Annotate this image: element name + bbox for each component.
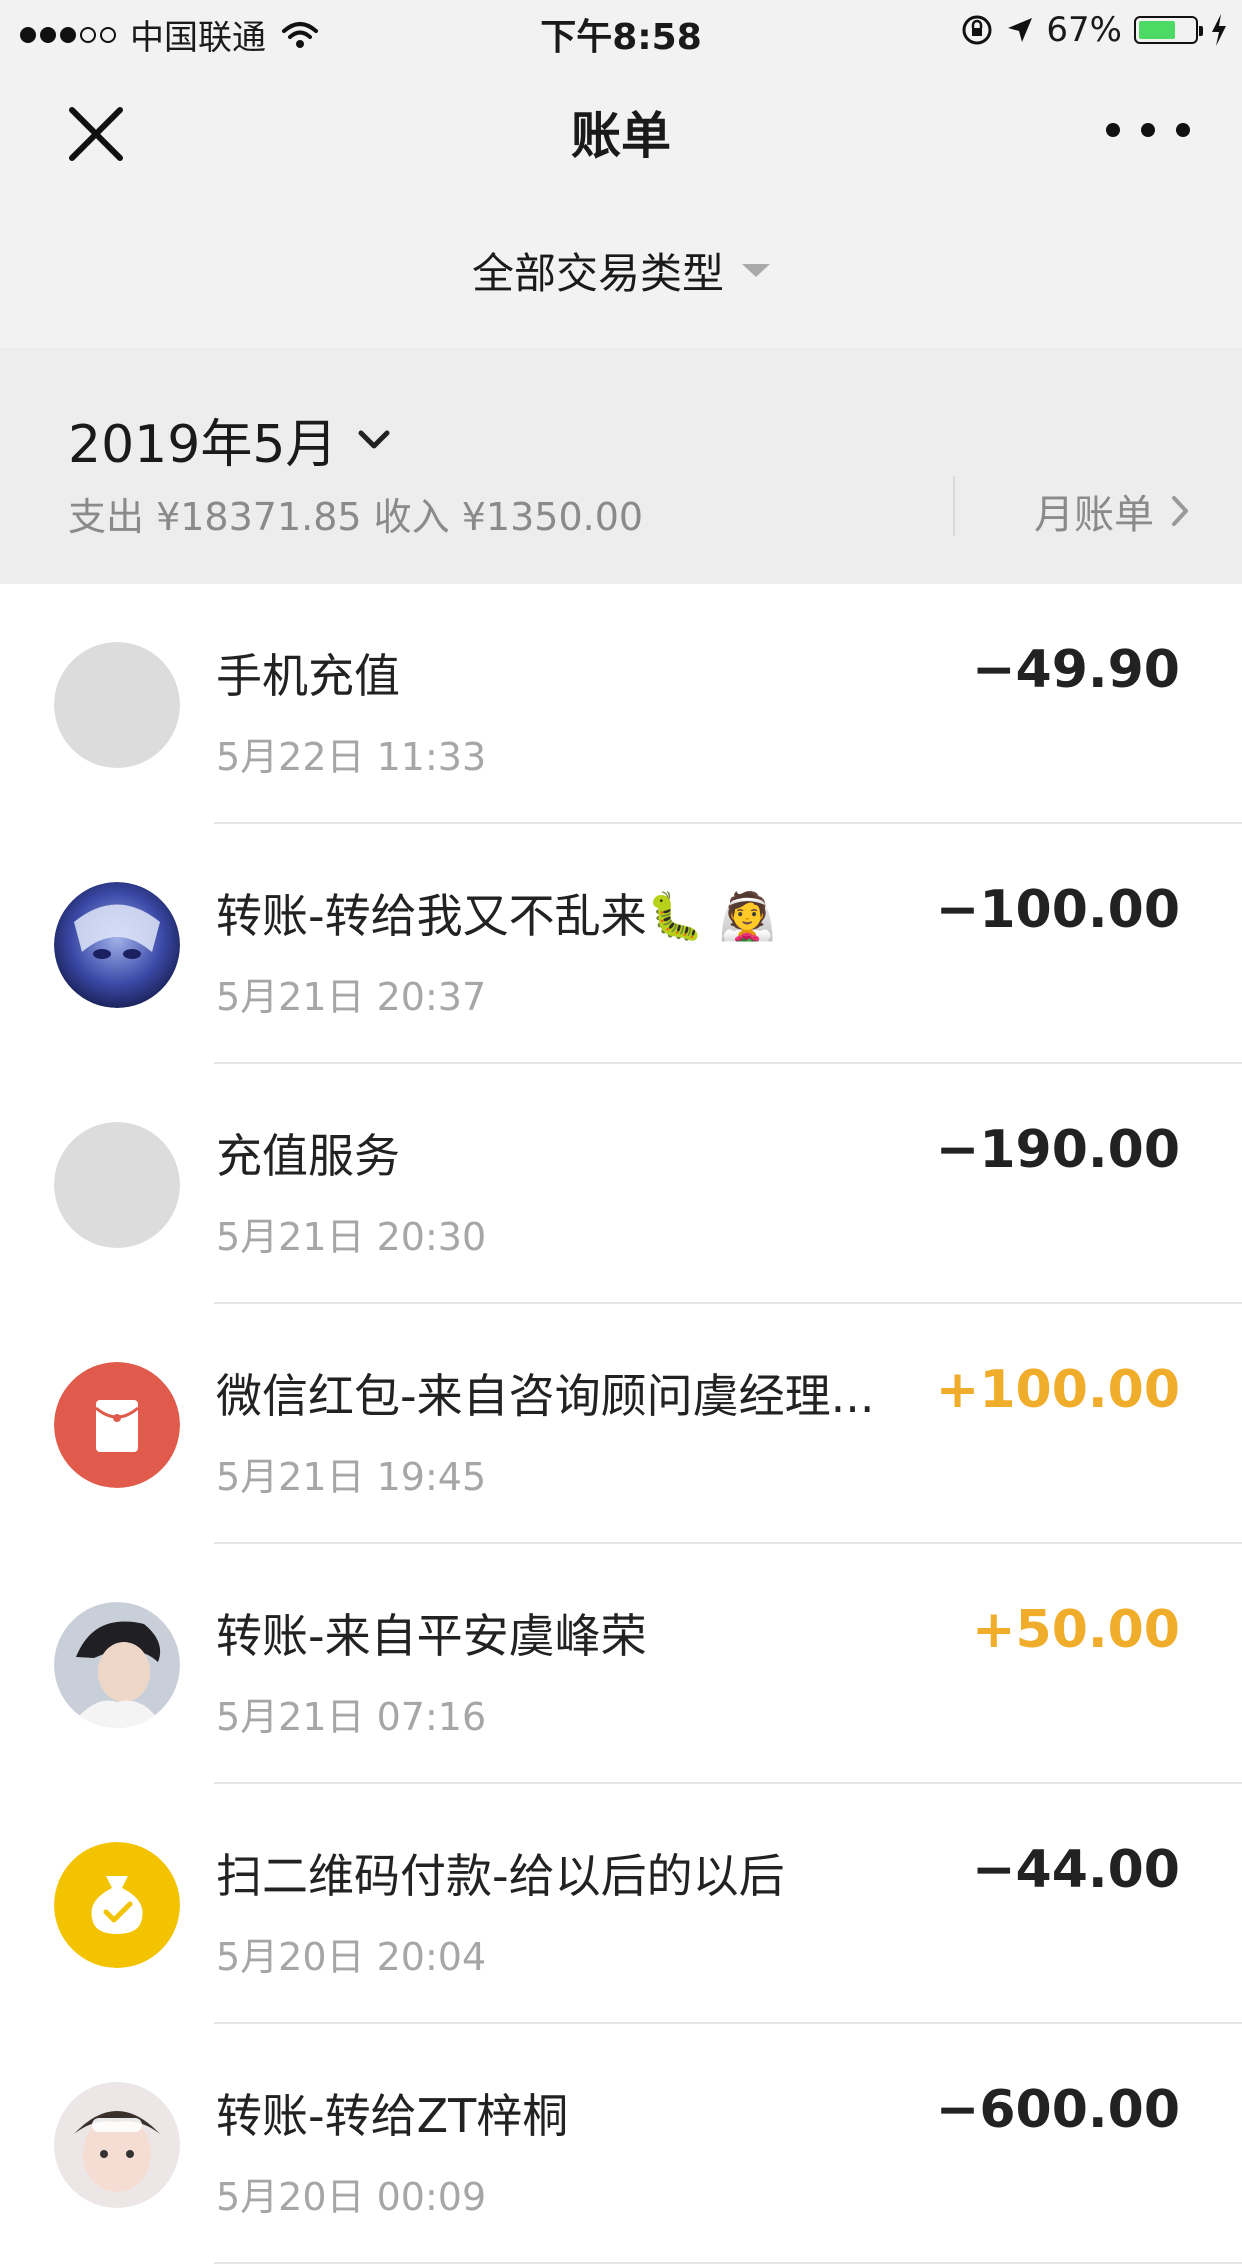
transaction-title: 扫二维码付款-给以后的以后 — [216, 1849, 785, 1903]
filter-bar: 全部交易类型 — [0, 188, 1242, 348]
monthly-bill-label: 月账单 — [1034, 492, 1154, 538]
transaction-row[interactable]: 转账-转给我又不乱来🐛 👰 5月21日 20:37 −100.00 — [0, 824, 1242, 1064]
transaction-row[interactable]: 扫二维码付款-给以后的以后 5月20日 20:04 −44.00 — [0, 1784, 1242, 2024]
transaction-amount: −100.00 — [935, 880, 1180, 940]
avatar — [54, 642, 180, 768]
orientation-lock-icon — [962, 15, 992, 45]
chevron-down-icon — [358, 430, 390, 448]
transaction-time: 5月21日 20:30 — [216, 1215, 487, 1259]
transaction-amount: +100.00 — [935, 1360, 1180, 1420]
transaction-time: 5月20日 20:04 — [216, 1935, 487, 1979]
battery-percent: 67% — [1046, 10, 1122, 50]
transaction-time: 5月21日 19:45 — [216, 1455, 487, 1499]
month-title: 2019年5月 — [68, 415, 338, 475]
transaction-title: 手机充值 — [216, 649, 400, 703]
transaction-time: 5月22日 11:33 — [216, 735, 487, 779]
divider — [953, 476, 955, 536]
transaction-title: 微信红包-来自咨询顾问虞经理... — [216, 1369, 875, 1423]
caret-down-icon — [742, 264, 770, 277]
month-summary: 2019年5月 支出 ¥18371.85 收入 ¥1350.00 月账单 — [0, 348, 1242, 584]
transaction-amount: −600.00 — [935, 2080, 1180, 2140]
transaction-title: 充值服务 — [216, 1129, 400, 1183]
nav-bar: 账单 — [0, 62, 1242, 188]
monthly-bill-link[interactable]: 月账单 — [1034, 482, 1190, 540]
transaction-time: 5月20日 00:09 — [216, 2175, 487, 2219]
transaction-row[interactable]: 转账-来自平安虞峰荣 5月21日 07:16 +50.00 — [0, 1544, 1242, 1784]
more-options-icon[interactable] — [1106, 110, 1190, 150]
status-right: 67% — [960, 10, 1228, 50]
money-bag-icon — [54, 1842, 180, 1968]
avatar — [54, 882, 180, 1008]
transaction-row[interactable]: 转账-转给ZT梓桐 5月20日 00:09 −600.00 — [0, 2024, 1242, 2264]
transaction-time: 5月21日 20:37 — [216, 975, 487, 1019]
month-picker[interactable]: 2019年5月 — [68, 402, 391, 477]
page-title: 账单 — [571, 107, 671, 165]
transaction-type-filter[interactable]: 全部交易类型 — [0, 240, 1242, 301]
battery-icon — [1134, 16, 1203, 44]
transaction-list: 手机充值 5月22日 11:33 −49.90 转账-转给我又不乱来🐛 👰 5月… — [0, 584, 1242, 2264]
transaction-amount: −49.90 — [971, 640, 1180, 700]
avatar — [54, 1122, 180, 1248]
location-arrow-icon — [1008, 18, 1033, 42]
transaction-amount: +50.00 — [971, 1600, 1180, 1660]
avatar — [54, 1602, 180, 1728]
chevron-right-icon — [1172, 496, 1188, 526]
transaction-amount: −44.00 — [971, 1840, 1180, 1900]
avatar — [54, 2082, 180, 2208]
transaction-row[interactable]: 手机充值 5月22日 11:33 −49.90 — [0, 584, 1242, 824]
transaction-title: 转账-来自平安虞峰荣 — [216, 1609, 647, 1663]
transaction-title: 转账-转给我又不乱来🐛 👰 — [216, 889, 776, 943]
charging-bolt-icon — [1212, 14, 1226, 46]
transaction-amount: −190.00 — [935, 1120, 1180, 1180]
transaction-title: 转账-转给ZT梓桐 — [216, 2089, 569, 2143]
expense-income-summary: 支出 ¥18371.85 收入 ¥1350.00 — [68, 495, 644, 539]
transaction-time: 5月21日 07:16 — [216, 1695, 487, 1739]
transaction-row[interactable]: 充值服务 5月21日 20:30 −190.00 — [0, 1064, 1242, 1304]
transaction-row[interactable]: 微信红包-来自咨询顾问虞经理... 5月21日 19:45 +100.00 — [0, 1304, 1242, 1544]
status-bar: 中国联通 下午8:58 67% — [0, 0, 1242, 62]
filter-label: 全部交易类型 — [471, 249, 724, 298]
red-packet-icon — [54, 1362, 180, 1488]
